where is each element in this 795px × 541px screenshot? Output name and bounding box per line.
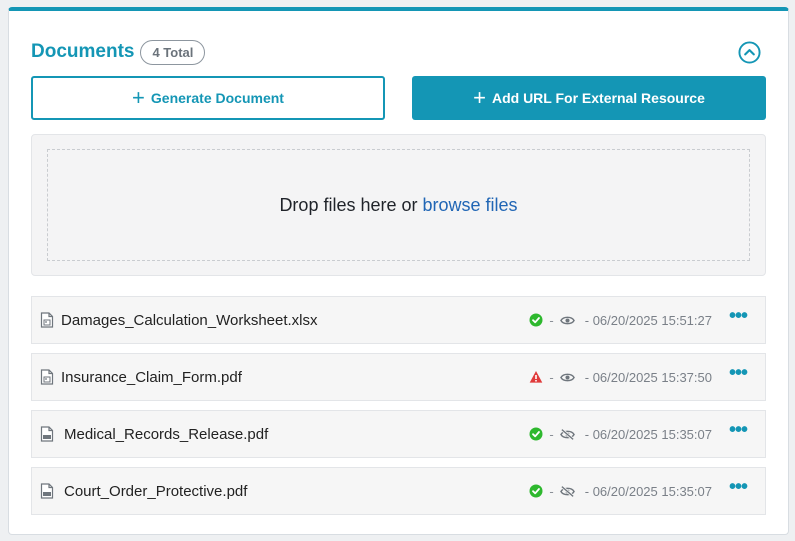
file-row[interactable]: Insurance_Claim_Form.pdf - - 06/20/2025 … <box>31 353 766 401</box>
file-row[interactable]: Court_Order_Protective.pdf - - 06/20/202… <box>31 467 766 515</box>
add-url-label: Add URL For External Resource <box>491 90 705 106</box>
dropzone-text: Drop files here or <box>279 194 418 215</box>
success-check-icon <box>529 313 543 327</box>
plus-icon: + <box>132 85 145 110</box>
generate-document-label: Generate Document <box>150 90 284 106</box>
separator: - <box>549 312 554 328</box>
eye-icon[interactable] <box>559 314 575 327</box>
more-options-icon[interactable]: ••• <box>729 363 748 383</box>
documents-panel: Documents 4 Total + Generate Document + … <box>8 7 789 535</box>
file-name[interactable]: Medical_Records_Release.pdf <box>64 426 268 443</box>
success-check-icon <box>529 484 543 498</box>
pdf-file-icon <box>40 483 54 499</box>
dropzone-target[interactable]: Drop files here or browse files <box>47 149 750 261</box>
panel-header: Documents 4 Total <box>31 37 206 67</box>
separator: - <box>549 483 554 499</box>
file-row[interactable]: Damages_Calculation_Worksheet.xlsx - - 0… <box>31 296 766 344</box>
file-timestamp: - 06/20/2025 15:37:50 <box>584 369 712 385</box>
separator: - <box>549 369 554 385</box>
plus-icon: + <box>473 85 486 110</box>
file-name[interactable]: Court_Order_Protective.pdf <box>64 483 247 500</box>
file-timestamp: - 06/20/2025 15:35:07 <box>584 426 712 442</box>
file-row[interactable]: Medical_Records_Release.pdf - - 06/20/20… <box>31 410 766 458</box>
generate-document-button[interactable]: + Generate Document <box>31 76 385 120</box>
image-file-icon <box>40 369 54 385</box>
file-timestamp: - 06/20/2025 15:35:07 <box>584 483 712 499</box>
eye-slash-icon[interactable] <box>559 428 575 441</box>
file-dropzone[interactable]: Drop files here or browse files <box>31 134 766 276</box>
separator: - <box>549 426 554 442</box>
collapse-chevron-up-icon[interactable] <box>738 41 761 64</box>
pdf-file-icon <box>40 426 54 442</box>
file-name[interactable]: Damages_Calculation_Worksheet.xlsx <box>61 312 318 329</box>
file-name[interactable]: Insurance_Claim_Form.pdf <box>61 369 242 386</box>
warning-triangle-icon <box>530 371 543 383</box>
more-options-icon[interactable]: ••• <box>729 477 748 497</box>
eye-icon[interactable] <box>559 371 575 384</box>
file-timestamp: - 06/20/2025 15:51:27 <box>584 312 712 328</box>
file-meta: - - 06/20/2025 15:51:27 ••• <box>529 297 765 343</box>
file-meta: - - 06/20/2025 15:37:50 ••• <box>529 354 765 400</box>
more-options-icon[interactable]: ••• <box>729 306 748 326</box>
more-options-icon[interactable]: ••• <box>729 420 748 440</box>
file-meta: - - 06/20/2025 15:35:07 ••• <box>529 468 765 514</box>
panel-title: Documents <box>31 41 135 62</box>
total-count-badge: 4 Total <box>140 39 206 65</box>
eye-slash-icon[interactable] <box>559 485 575 498</box>
success-check-icon <box>529 427 543 441</box>
add-url-button[interactable]: + Add URL For External Resource <box>412 76 766 120</box>
file-meta: - - 06/20/2025 15:35:07 ••• <box>529 411 765 457</box>
browse-files-link[interactable]: browse files <box>423 195 518 216</box>
spreadsheet-file-icon <box>40 312 54 328</box>
